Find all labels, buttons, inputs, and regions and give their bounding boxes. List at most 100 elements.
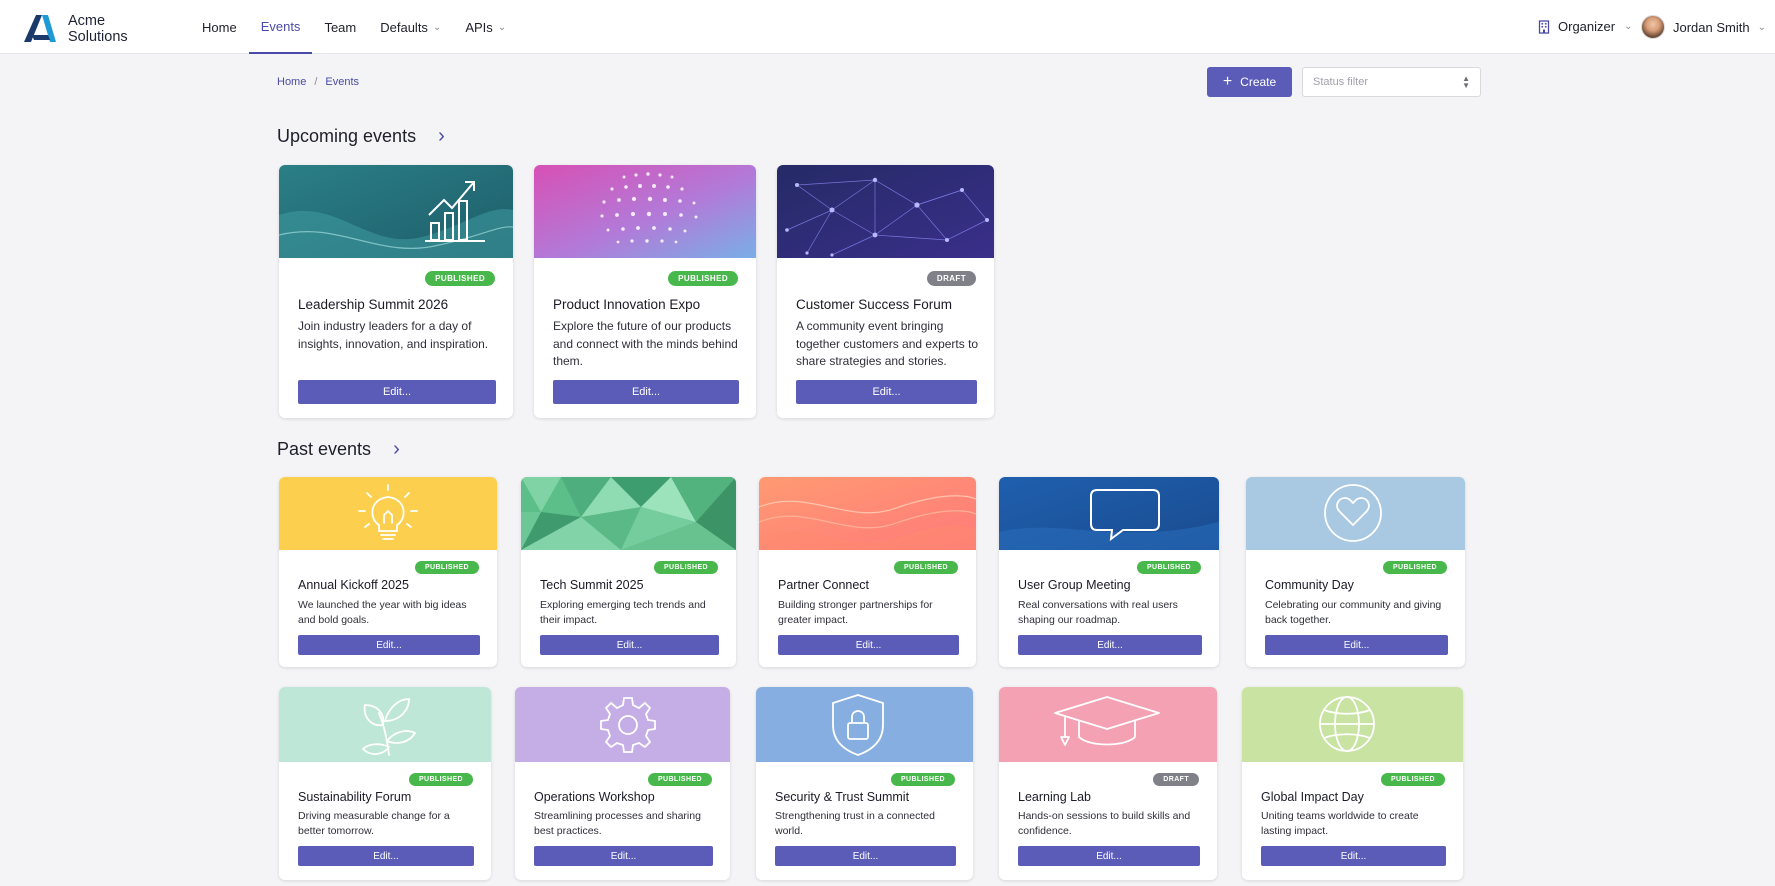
organizer-label: Organizer — [1558, 19, 1616, 34]
edit-button[interactable]: Edit... — [796, 380, 977, 404]
user-name: Jordan Smith — [1673, 19, 1750, 35]
create-button[interactable]: + Create — [1207, 67, 1292, 97]
edit-button[interactable]: Edit... — [540, 635, 719, 655]
create-button-label: Create — [1240, 75, 1277, 89]
edit-button[interactable]: Edit... — [1018, 846, 1200, 866]
event-image — [1242, 687, 1463, 762]
nav-defaults-label: Defaults — [380, 19, 428, 35]
edit-button[interactable]: Edit... — [1261, 846, 1446, 866]
chevron-down-icon: ⌄ — [1624, 21, 1633, 32]
nav-apis-dropdown[interactable]: APIs ⌄ — [453, 0, 518, 54]
event-card[interactable]: DRAFT Customer Success Forum A community… — [777, 165, 994, 418]
status-badge: PUBLISHED — [668, 271, 738, 286]
status-badge: PUBLISHED — [1382, 561, 1447, 574]
select-arrows-icon: ▲ ▼ — [1462, 74, 1470, 90]
chevron-down-icon: ⌄ — [497, 21, 507, 33]
event-description: Streamlining processes and sharing best … — [534, 810, 701, 837]
event-description: Exploring emerging tech trends and their… — [540, 599, 706, 626]
edit-button[interactable]: Edit... — [298, 846, 474, 866]
wave-pattern-icon — [759, 477, 976, 550]
event-card[interactable]: PUBLISHED Leadership Summit 2026 Join in… — [279, 165, 513, 418]
heart-icon — [1324, 484, 1382, 542]
building-icon — [1538, 19, 1550, 34]
sprout-icon — [361, 698, 417, 756]
event-description: Uniting teams worldwide to create lastin… — [1261, 810, 1419, 837]
acme-logo-icon[interactable] — [22, 13, 58, 43]
event-card[interactable]: PUBLISHED Partner Connect Building stron… — [759, 477, 976, 667]
nav-home-label: Home — [202, 19, 237, 35]
brand-line-2: Solutions — [68, 29, 128, 45]
event-description: Building stronger partnerships for great… — [778, 599, 933, 626]
event-title: User Group Meeting — [1018, 578, 1131, 592]
edit-button[interactable]: Edit... — [775, 846, 956, 866]
event-card[interactable]: PUBLISHED Product Innovation Expo Explor… — [534, 165, 756, 418]
event-title: Operations Workshop — [534, 790, 655, 804]
dot-pattern-icon — [534, 165, 756, 258]
status-badge: PUBLISHED — [893, 561, 958, 574]
chevron-right-icon[interactable]: › — [393, 438, 400, 461]
upcoming-events-heading[interactable]: Upcoming events › — [277, 125, 445, 148]
edit-button[interactable]: Edit... — [298, 635, 480, 655]
edit-button[interactable]: Edit... — [778, 635, 959, 655]
nav-team[interactable]: Team — [312, 0, 368, 54]
status-badge: DRAFT — [1153, 773, 1199, 786]
event-description: Real conversations with real users shapi… — [1018, 599, 1178, 626]
upcoming-events-title: Upcoming events — [277, 126, 417, 146]
status-badge: PUBLISHED — [414, 561, 479, 574]
event-card[interactable]: PUBLISHED Sustainability Forum Driving m… — [279, 687, 491, 880]
event-card[interactable]: DRAFT Learning Lab Hands-on sessions to … — [999, 687, 1217, 880]
status-badge: PUBLISHED — [647, 773, 712, 786]
edit-button[interactable]: Edit... — [298, 380, 496, 404]
past-events-heading[interactable]: Past events › — [277, 438, 400, 461]
event-description: A community event bringing together cust… — [796, 319, 979, 368]
edit-button[interactable]: Edit... — [1018, 635, 1202, 655]
event-card[interactable]: PUBLISHED Annual Kickoff 2025 We launche… — [279, 477, 497, 667]
nav-events[interactable]: Events — [248, 0, 313, 54]
breadcrumb-current: Events — [325, 76, 360, 88]
chevron-right-icon[interactable]: › — [438, 125, 445, 148]
event-description: Strengthening trust in a connected world… — [775, 810, 935, 837]
event-image — [521, 477, 736, 550]
breadcrumb: Home / Events — [277, 76, 359, 88]
past-events-title: Past events — [277, 439, 372, 459]
event-image — [777, 165, 994, 258]
brand-line-1: Acme — [68, 13, 106, 29]
nav-home[interactable]: Home — [190, 0, 249, 54]
event-image — [279, 165, 513, 258]
event-image — [534, 165, 756, 258]
breadcrumb-home[interactable]: Home — [277, 76, 306, 88]
brand-name: Acme Solutions — [68, 13, 128, 45]
gear-icon — [600, 697, 656, 753]
event-image — [1246, 477, 1465, 550]
nav-team-label: Team — [324, 19, 357, 35]
event-title: Product Innovation Expo — [553, 297, 701, 312]
organizer-switcher[interactable]: Organizer ⌄ — [1538, 19, 1632, 34]
event-title: Sustainability Forum — [298, 790, 412, 804]
event-image — [279, 477, 497, 550]
chat-bubble-icon — [999, 477, 1219, 550]
event-card[interactable]: PUBLISHED Security & Trust Summit Streng… — [756, 687, 973, 880]
event-card[interactable]: PUBLISHED User Group Meeting Real conver… — [999, 477, 1219, 667]
event-card[interactable]: PUBLISHED Community Day Celebrating our … — [1246, 477, 1465, 667]
edit-button[interactable]: Edit... — [1265, 635, 1448, 655]
network-mesh-icon — [777, 165, 994, 258]
status-badge: PUBLISHED — [890, 773, 955, 786]
event-card[interactable]: PUBLISHED Operations Workshop Streamlini… — [515, 687, 730, 880]
event-card[interactable]: PUBLISHED Global Impact Day Uniting team… — [1242, 687, 1463, 880]
globe-icon — [1319, 696, 1375, 752]
event-title: Partner Connect — [778, 578, 870, 592]
status-filter-select[interactable]: Status filter ▲ ▼ — [1302, 67, 1481, 97]
polygon-pattern-icon — [521, 477, 736, 550]
edit-button[interactable]: Edit... — [534, 846, 713, 866]
main-nav: Home Events Team Defaults ⌄ APIs ⌄ — [190, 0, 518, 54]
top-navigation-bar: Acme Solutions Home Events Team Defaults… — [0, 0, 1775, 54]
status-badge: DRAFT — [926, 271, 976, 286]
event-card[interactable]: PUBLISHED Tech Summit 2025 Exploring eme… — [521, 477, 736, 667]
event-description: Driving measurable change for a better t… — [298, 810, 450, 837]
nav-defaults-dropdown[interactable]: Defaults ⌄ — [368, 0, 453, 54]
event-image — [279, 687, 491, 762]
user-menu[interactable]: Jordan Smith ⌄ — [1641, 15, 1766, 39]
event-title: Leadership Summit 2026 — [298, 297, 449, 312]
edit-button[interactable]: Edit... — [553, 380, 739, 404]
event-description: We launched the year with big ideas and … — [298, 599, 467, 626]
